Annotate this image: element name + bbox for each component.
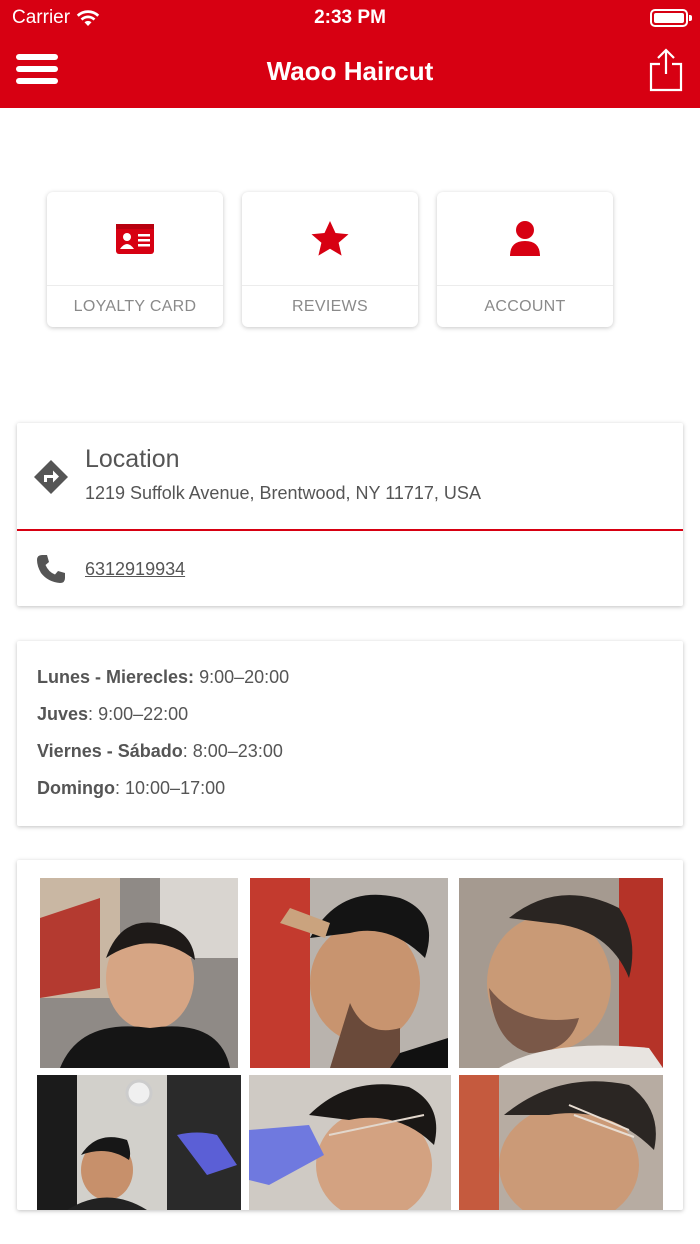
hours-row: Lunes - Mierecles: 9:00–20:00: [37, 667, 290, 687]
gallery-photo[interactable]: [459, 878, 663, 1068]
page-title: Waoo Haircut: [266, 56, 434, 86]
status-bar: Carrier 2:33 PM: [0, 0, 700, 36]
directions-icon: [34, 460, 68, 494]
location-title: Location: [85, 445, 180, 473]
gallery-photo[interactable]: [37, 1075, 241, 1210]
gallery-photo[interactable]: [249, 1075, 451, 1210]
hours-row: Viernes - Sábado: 8:00–23:00: [37, 741, 283, 761]
gallery-photo[interactable]: [250, 878, 448, 1068]
location-address: 1219 Suffolk Avenue, Brentwood, NY 11717…: [85, 483, 481, 503]
user-icon: [510, 220, 540, 256]
gallery-photo[interactable]: [459, 1075, 663, 1210]
location-card: Location 1219 Suffolk Avenue, Brentwood,…: [17, 423, 683, 606]
reviews-label: REVIEWS: [292, 297, 368, 315]
account-button[interactable]: ACCOUNT: [437, 192, 613, 327]
account-label: ACCOUNT: [484, 297, 566, 315]
photo-gallery: [17, 860, 683, 1210]
location-row[interactable]: Location 1219 Suffolk Avenue, Brentwood,…: [17, 423, 683, 531]
phone-link[interactable]: 6312919934: [85, 559, 185, 580]
nav-bar: Waoo Haircut: [0, 36, 700, 108]
loyalty-card-button[interactable]: LOYALTY CARD: [47, 192, 223, 327]
star-icon: [311, 220, 349, 256]
phone-icon: [37, 555, 65, 583]
loyalty-card-label: LOYALTY CARD: [73, 297, 197, 315]
clock: 2:33 PM: [314, 7, 386, 28]
gallery-photo[interactable]: [40, 878, 238, 1068]
share-icon[interactable]: [648, 48, 684, 92]
id-card-icon: [116, 223, 154, 254]
hours-row: Domingo: 10:00–17:00: [37, 778, 226, 798]
shortcut-row: LOYALTY CARD REVIEWS ACCOUNT: [47, 192, 613, 327]
hours-card: Lunes - Mierecles: 9:00–20:00 Juves: 9:0…: [17, 641, 683, 826]
hours-row: Juves: 9:00–22:00: [37, 704, 189, 724]
reviews-button[interactable]: REVIEWS: [242, 192, 418, 327]
battery-icon: [650, 9, 692, 27]
